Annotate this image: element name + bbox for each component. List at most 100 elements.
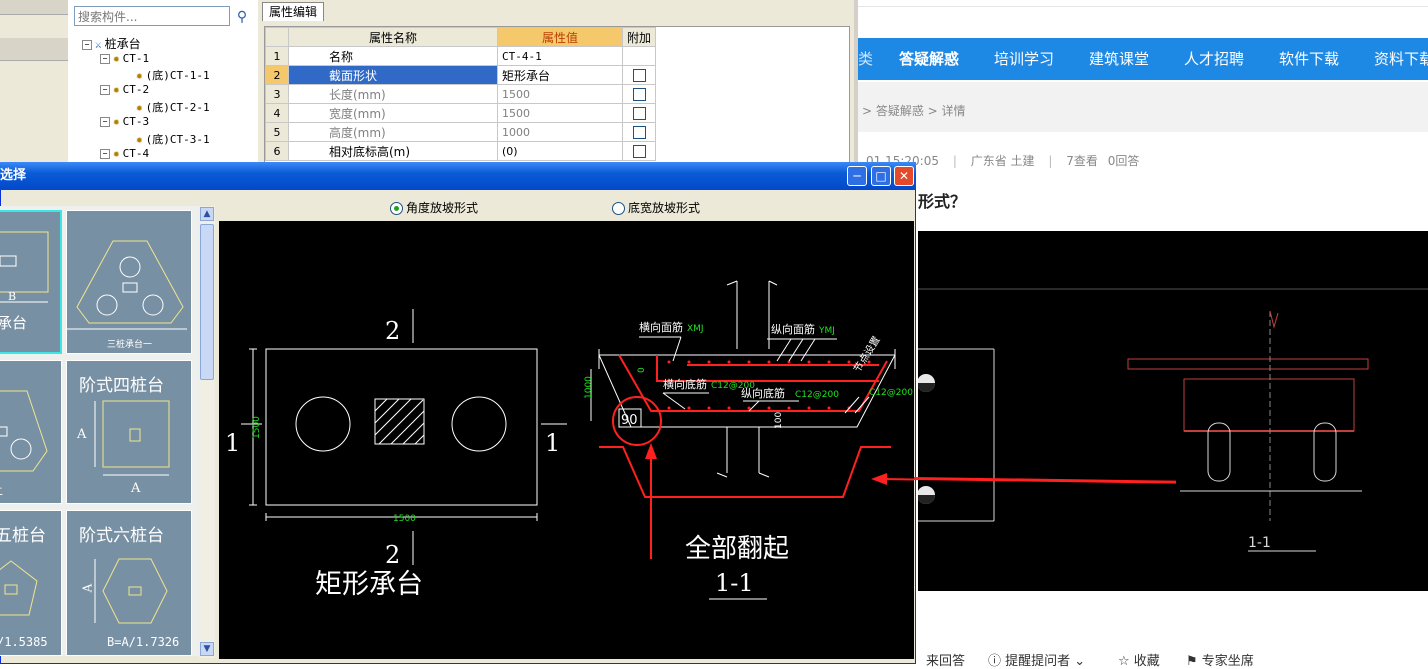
- gear-icon: ✹: [136, 69, 143, 82]
- property-value[interactable]: 1500: [497, 84, 623, 104]
- remind-button[interactable]: ⓘ 提醒提问者 ⌄: [988, 650, 1085, 669]
- property-value[interactable]: 矩形承台: [497, 65, 623, 85]
- collect-button[interactable]: ☆ 收藏: [1118, 650, 1160, 669]
- slope-note: 节点设置: [851, 334, 882, 374]
- tree-root[interactable]: − ⚔ 桩承台: [82, 35, 141, 52]
- property-value[interactable]: 1500: [497, 103, 623, 123]
- property-value[interactable]: (0): [497, 141, 623, 161]
- thumb-five-pile[interactable]: 五桩台 /1.5385: [0, 510, 62, 656]
- radio-label: 底宽放坡形式: [628, 201, 701, 215]
- tree-subitem-label: (底)CT-2-1: [145, 101, 210, 114]
- tree-item[interactable]: − ✹ CT-1: [100, 52, 149, 65]
- thumb-label: 形承台: [0, 314, 28, 332]
- scroll-down-arrow-icon[interactable]: ▼: [200, 642, 214, 656]
- property-name: 相对底标高(m): [288, 141, 498, 161]
- leader-lines: [639, 336, 870, 414]
- collapse-icon[interactable]: −: [100, 117, 110, 127]
- section-mark-bottom: 2: [385, 541, 400, 569]
- nav-item-class[interactable]: 建筑课堂: [1089, 38, 1149, 80]
- pile-cap-icon: ⚔: [95, 38, 102, 51]
- expert-button[interactable]: ⚑ 专家坐席: [1186, 650, 1254, 669]
- nav-item-partial[interactable]: 类: [858, 38, 873, 80]
- radio-label: 角度放坡形式: [406, 201, 479, 215]
- nav-item-software[interactable]: 软件下载: [1279, 38, 1339, 80]
- table-row[interactable]: 5 高度(mm) 1000: [265, 122, 657, 142]
- tree-subitem[interactable]: ✹ (底)CT-2-1: [136, 99, 210, 115]
- tree-item[interactable]: − ✹ CT-4: [100, 147, 149, 160]
- question-title: 形式？: [918, 192, 967, 211]
- table-row-selected[interactable]: 2 截面形状 矩形承台: [265, 65, 657, 85]
- meta-separator: |: [1048, 154, 1053, 168]
- expert-label: 专家坐席: [1201, 654, 1254, 669]
- thumb-pile-cap-two[interactable]: 台二: [0, 360, 62, 504]
- table-row[interactable]: 4 宽度(mm) 1500: [265, 103, 657, 123]
- answer-button[interactable]: 来回答: [926, 650, 965, 669]
- tree-item[interactable]: − ✹ CT-2: [100, 83, 149, 96]
- attach-checkbox[interactable]: [632, 88, 646, 101]
- thumb-stepped-four-pile[interactable]: 阶式四桩台 A A: [66, 360, 192, 504]
- thumbnail-scrollbar[interactable]: ▲ ▼: [199, 206, 215, 658]
- minimize-button[interactable]: ─: [847, 166, 867, 186]
- chevron-down-icon: ⌄: [1070, 654, 1086, 669]
- grid-corner: [265, 27, 289, 47]
- attach-checkbox[interactable]: [632, 126, 646, 139]
- dim-zero-label: 0: [637, 367, 647, 373]
- star-icon: ☆: [1118, 654, 1134, 669]
- property-name: 高度(mm): [288, 122, 498, 142]
- meta-separator: |: [952, 154, 957, 168]
- site-nav-bar: 类 答疑解惑 培训学习 建筑课堂 人才招聘 软件下载 资料下载: [858, 38, 1428, 80]
- tree-item[interactable]: − ✹ CT-3: [100, 115, 149, 128]
- close-button[interactable]: ✕: [894, 166, 914, 186]
- nav-item-resources[interactable]: 资料下载: [1374, 38, 1428, 80]
- gear-icon: ✹: [113, 52, 120, 65]
- scrollbar-thumb[interactable]: [200, 224, 214, 380]
- thumb-three-pile-cap[interactable]: 三桩承台一: [66, 210, 192, 354]
- table-row[interactable]: 6 相对底标高(m) (0): [265, 141, 657, 161]
- breadcrumb[interactable]: > 答疑解惑 > 详情: [862, 102, 966, 119]
- radio-width-slope[interactable]: 底宽放坡形式: [612, 199, 700, 216]
- nav-item-qa[interactable]: 答疑解惑: [899, 38, 959, 80]
- section-mark-right: 1: [545, 429, 560, 457]
- collapse-icon[interactable]: −: [100, 54, 110, 64]
- table-row[interactable]: 1 名称 CT-4-1: [265, 46, 657, 66]
- tab-property-edit[interactable]: 属性编辑: [262, 2, 324, 21]
- question-cad-image[interactable]: 1-1: [918, 231, 1428, 591]
- radio-angle-slope[interactable]: 角度放坡形式: [390, 199, 478, 216]
- gear-icon: ✹: [113, 83, 120, 96]
- scroll-up-arrow-icon[interactable]: ▲: [200, 207, 214, 221]
- property-value[interactable]: 1000: [497, 122, 623, 142]
- thumb-dim: A: [131, 481, 141, 496]
- tree-subitem[interactable]: ✹ (底)CT-3-1: [136, 131, 210, 147]
- annotation-text: 全部翻起: [685, 534, 789, 564]
- collapse-icon[interactable]: −: [100, 85, 110, 95]
- thumb-stepped-six-pile[interactable]: 阶式六桩台 A B=A/1.7326: [66, 510, 192, 656]
- long-top-bar-code: YMJ: [818, 326, 835, 336]
- collapse-icon[interactable]: −: [100, 149, 110, 159]
- nav-item-jobs[interactable]: 人才招聘: [1184, 38, 1244, 80]
- search-icon[interactable]: ⚲: [232, 6, 252, 28]
- gear-icon: ✹: [136, 101, 143, 114]
- extra-cell: [621, 65, 657, 85]
- collect-label: 收藏: [1133, 654, 1160, 669]
- table-row[interactable]: 3 长度(mm) 1500: [265, 84, 657, 104]
- long-bottom-bar-code: C12@200: [795, 390, 839, 400]
- left-tool-strip: [0, 0, 69, 162]
- attach-checkbox[interactable]: [632, 107, 646, 120]
- tree-subitem[interactable]: ✹ (底)CT-1-1: [136, 67, 210, 83]
- thumb-rect-cap[interactable]: B 形承台: [0, 210, 62, 354]
- thumb-dim: A: [80, 583, 95, 593]
- attach-checkbox[interactable]: [632, 145, 646, 158]
- tree-item-label: CT-2: [122, 83, 150, 96]
- dialog-title-bar[interactable]: [0, 162, 916, 190]
- maximize-button[interactable]: □: [871, 166, 891, 186]
- property-value[interactable]: CT-4-1: [497, 46, 623, 66]
- property-name: 宽度(mm): [288, 103, 498, 123]
- nav-item-training[interactable]: 培训学习: [994, 38, 1054, 80]
- gear-icon: ✹: [113, 147, 120, 160]
- row-number: 2: [265, 65, 289, 85]
- question-actions: 来回答 ⓘ 提醒提问者 ⌄ ☆ 收藏 ⚑ 专家坐席: [918, 646, 1428, 669]
- attach-checkbox[interactable]: [632, 69, 646, 82]
- collapse-icon[interactable]: −: [82, 40, 92, 50]
- tree-subitem-label: (底)CT-3-1: [145, 133, 210, 146]
- search-input[interactable]: 搜索构件...: [74, 6, 230, 26]
